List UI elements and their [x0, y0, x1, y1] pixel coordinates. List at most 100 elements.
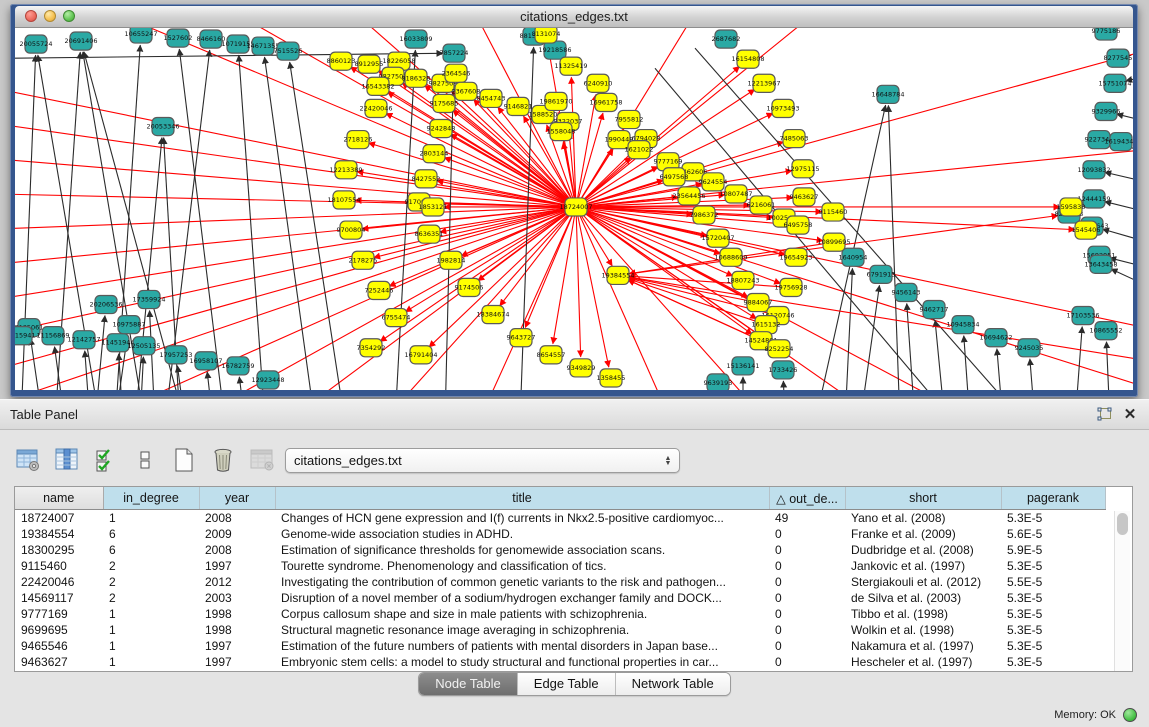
column-header-year[interactable]: year: [199, 487, 275, 510]
graph-node[interactable]: 9462717: [920, 301, 949, 319]
graph-node[interactable]: 9242848: [427, 120, 456, 138]
graph-node[interactable]: 1595838: [1057, 198, 1086, 216]
graph-node[interactable]: 6240910: [584, 74, 613, 92]
column-header-short[interactable]: short: [845, 487, 1001, 510]
graph-node[interactable]: 12093832: [1077, 161, 1110, 179]
graph-edge[interactable]: [629, 277, 1133, 362]
table-row[interactable]: 969969511998Structural magnetic resonanc…: [15, 622, 1105, 638]
table-cell[interactable]: 6: [103, 526, 199, 542]
graph-edge[interactable]: [1111, 269, 1133, 289]
table-cell[interactable]: Hescheler et al. (1997): [845, 654, 1001, 670]
table-cell[interactable]: 14569117: [15, 590, 103, 606]
table-cell[interactable]: 2012: [199, 574, 275, 590]
graph-node[interactable]: 8277545: [1104, 49, 1133, 67]
table-cell[interactable]: 1: [103, 622, 199, 638]
graph-node[interactable]: 6497568: [660, 168, 689, 186]
table-cell[interactable]: 0: [769, 558, 845, 574]
graph-node[interactable]: 8860123: [327, 52, 356, 70]
table-cell[interactable]: Embryonic stem cells: a model to study s…: [275, 654, 769, 670]
table-row[interactable]: 2242004622012Investigating the contribut…: [15, 574, 1105, 590]
table-cell[interactable]: Estimation of the future numbers of pati…: [275, 638, 769, 654]
graph-node[interactable]: 8912955: [355, 55, 384, 73]
graph-node[interactable]: 15751074: [1098, 74, 1131, 92]
table-cell[interactable]: 2008: [199, 510, 275, 527]
graph-node[interactable]: 7252446: [365, 281, 394, 299]
graph-node[interactable]: 9624554: [699, 173, 728, 191]
graph-node[interactable]: 10865552: [1089, 322, 1122, 340]
table-cell[interactable]: Stergiakouli et al. (2012): [845, 574, 1001, 590]
select-column-icon[interactable]: [53, 446, 81, 474]
table-cell[interactable]: 2: [103, 590, 199, 606]
graph-edge[interactable]: [576, 207, 609, 367]
graph-node[interactable]: 8636351: [415, 225, 444, 243]
table-cell[interactable]: 6: [103, 542, 199, 558]
graph-edge[interactable]: [576, 113, 603, 207]
table-cell[interactable]: 5.3E-5: [1001, 510, 1105, 527]
table-cell[interactable]: 1997: [199, 654, 275, 670]
graph-node[interactable]: 8654557: [537, 346, 566, 364]
graph-node[interactable]: 16782759: [221, 357, 254, 375]
graph-edge[interactable]: [239, 55, 265, 390]
graph-node[interactable]: 8186328: [402, 69, 431, 87]
graph-node[interactable]: 16648784: [871, 85, 904, 103]
graph-node[interactable]: 9456143: [892, 283, 921, 301]
column-header-pagerank[interactable]: pagerank: [1001, 487, 1105, 510]
table-cell[interactable]: 1: [103, 606, 199, 622]
graph-node[interactable]: 12142757: [67, 331, 100, 349]
graph-node[interactable]: 7955812: [615, 110, 644, 128]
graph-node[interactable]: 9115460: [819, 203, 848, 221]
graph-node[interactable]: 15720407: [701, 229, 734, 247]
graph-node[interactable]: 8252254: [765, 340, 794, 358]
graph-node[interactable]: 8131074: [532, 28, 561, 43]
graph-node[interactable]: 10688609: [714, 248, 747, 266]
graph-node[interactable]: 2803144: [420, 145, 449, 163]
table-cell[interactable]: Nakamura et al. (1997): [845, 638, 1001, 654]
graph-node[interactable]: 6216061: [747, 196, 776, 214]
graph-node[interactable]: 19384554: [601, 266, 634, 284]
graph-node[interactable]: 20055724: [19, 35, 52, 53]
table-cell[interactable]: 1998: [199, 606, 275, 622]
table-row[interactable]: 946362711997Embryonic stem cells: a mode…: [15, 654, 1105, 670]
graph-node[interactable]: 1615132: [752, 316, 781, 334]
graph-node[interactable]: 16033809: [399, 30, 432, 48]
graph-node[interactable]: 19756928: [774, 278, 807, 296]
delete-rows-icon[interactable]: [209, 446, 237, 474]
table-cell[interactable]: Franke et al. (2009): [845, 526, 1001, 542]
graph-edge[interactable]: [576, 207, 581, 357]
graph-node[interactable]: 7986372: [690, 206, 719, 224]
table-cell[interactable]: 0: [769, 542, 845, 558]
table-cell[interactable]: 0: [769, 526, 845, 542]
table-cell[interactable]: 2009: [199, 526, 275, 542]
graph-node[interactable]: 1545406: [1072, 221, 1101, 239]
graph-edge[interactable]: [265, 57, 315, 390]
tab-network-table[interactable]: Network Table: [615, 673, 730, 695]
table-cell[interactable]: 5.5E-5: [1001, 574, 1105, 590]
graph-edge[interactable]: [177, 366, 185, 390]
table-row[interactable]: 946554611997Estimation of the future num…: [15, 638, 1105, 654]
graph-edge[interactable]: [783, 381, 785, 390]
table-cell[interactable]: 0: [769, 638, 845, 654]
graph-edge[interactable]: [845, 268, 852, 390]
graph-node[interactable]: 9700804: [337, 221, 366, 239]
table-cell[interactable]: 9699695: [15, 622, 103, 638]
table-cell[interactable]: Jankovic et al. (1997): [845, 558, 1001, 574]
graph-node[interactable]: 12975115: [786, 160, 819, 178]
table-cell[interactable]: 9463627: [15, 654, 103, 670]
table-row[interactable]: 977716911998Corpus callosum shape and si…: [15, 606, 1105, 622]
graph-edge[interactable]: [179, 49, 225, 390]
table-row[interactable]: 911546021997Tourette syndrome. Phenomeno…: [15, 558, 1105, 574]
table-cell[interactable]: 5.3E-5: [1001, 638, 1105, 654]
graph-node[interactable]: 1358455: [597, 369, 626, 387]
graph-edge[interactable]: [888, 105, 900, 390]
graph-node[interactable]: 1527602: [164, 29, 193, 47]
graph-node[interactable]: 12923448: [251, 371, 284, 389]
graph-node[interactable]: 6495758: [784, 216, 813, 234]
column-header-name[interactable]: name: [15, 487, 103, 510]
table-cell[interactable]: Wolkin et al. (1998): [845, 622, 1001, 638]
table-cell[interactable]: 9465546: [15, 638, 103, 654]
graph-node[interactable]: 9329966: [1092, 102, 1121, 120]
table-select-combobox[interactable]: citations_edges.txt ▲▼: [285, 448, 680, 473]
graph-edge[interactable]: [576, 48, 1133, 207]
graph-node[interactable]: 8427552: [412, 170, 441, 188]
column-header-title[interactable]: title: [275, 487, 769, 510]
